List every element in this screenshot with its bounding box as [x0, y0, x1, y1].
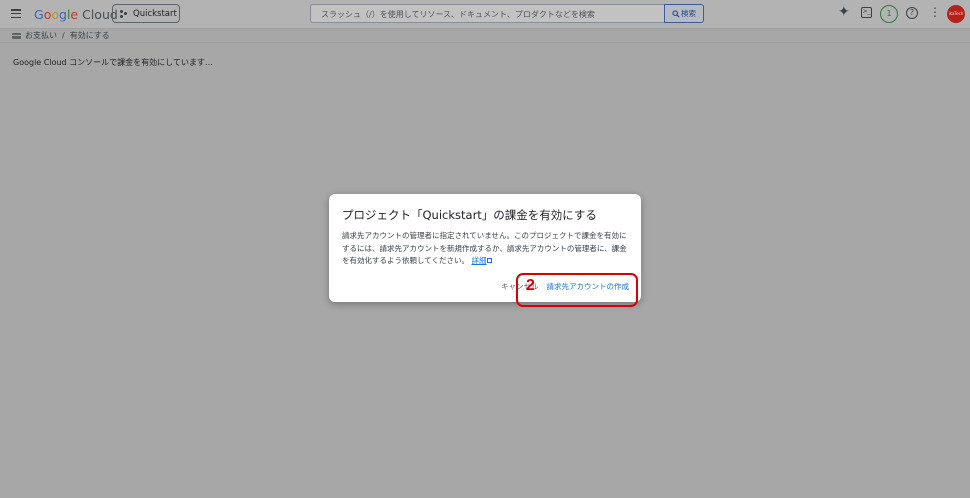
logo-letter: o — [51, 7, 59, 22]
gemini-icon[interactable]: ✦ — [838, 5, 852, 19]
breadcrumb: お支払い / 有効にする — [12, 30, 110, 41]
logo-letter: G — [34, 7, 44, 22]
external-link-icon — [487, 258, 493, 263]
more-icon[interactable]: ⋮ — [929, 5, 941, 19]
top-bar: Google Cloud Quickstart スラッシュ（/）を使用してリソー… — [0, 0, 970, 29]
search-button[interactable]: 検索 — [664, 4, 704, 23]
notifications-badge[interactable]: 1 — [880, 5, 898, 23]
project-icon — [120, 9, 128, 18]
terminal-icon[interactable]: >_ — [861, 7, 872, 18]
logo-letter: e — [70, 7, 79, 22]
project-picker-label: Quickstart — [133, 8, 177, 19]
menu-icon[interactable] — [11, 9, 21, 19]
search-input[interactable]: スラッシュ（/）を使用してリソース、ドキュメント、プロダクトなどを検索 — [310, 4, 664, 23]
breadcrumb-separator: / — [62, 31, 65, 40]
avatar[interactable]: ikaTech — [947, 5, 965, 23]
billing-icon — [12, 32, 21, 39]
search-button-label: 検索 — [681, 9, 696, 18]
logo-letter: g — [59, 7, 67, 22]
step-number-label: 2 — [526, 277, 535, 294]
google-cloud-logo[interactable]: Google Cloud — [34, 7, 118, 22]
search-icon — [672, 9, 680, 18]
dialog-actions: キャンセル 請求先アカウントの作成 — [501, 281, 629, 292]
enable-billing-dialog: プロジェクト「Quickstart」の課金を有効にする 請求先アカウントの管理者… — [329, 194, 641, 302]
dialog-title: プロジェクト「Quickstart」の課金を有効にする — [342, 208, 597, 222]
dialog-body: 請求先アカウントの管理者に指定されていません。このプロジェクトで課金を有効にする… — [342, 230, 630, 268]
breadcrumb-billing-link[interactable]: お支払い — [25, 30, 57, 41]
header-divider — [0, 42, 970, 43]
project-picker-button[interactable]: Quickstart — [112, 4, 180, 23]
details-link[interactable]: 詳細 — [471, 256, 486, 265]
create-billing-account-button[interactable]: 請求先アカウントの作成 — [547, 281, 630, 292]
status-message: Google Cloud コンソールで課金を有効にしています… — [13, 58, 213, 67]
help-icon[interactable]: ? — [906, 7, 918, 19]
breadcrumb-current: 有効にする — [69, 31, 110, 40]
